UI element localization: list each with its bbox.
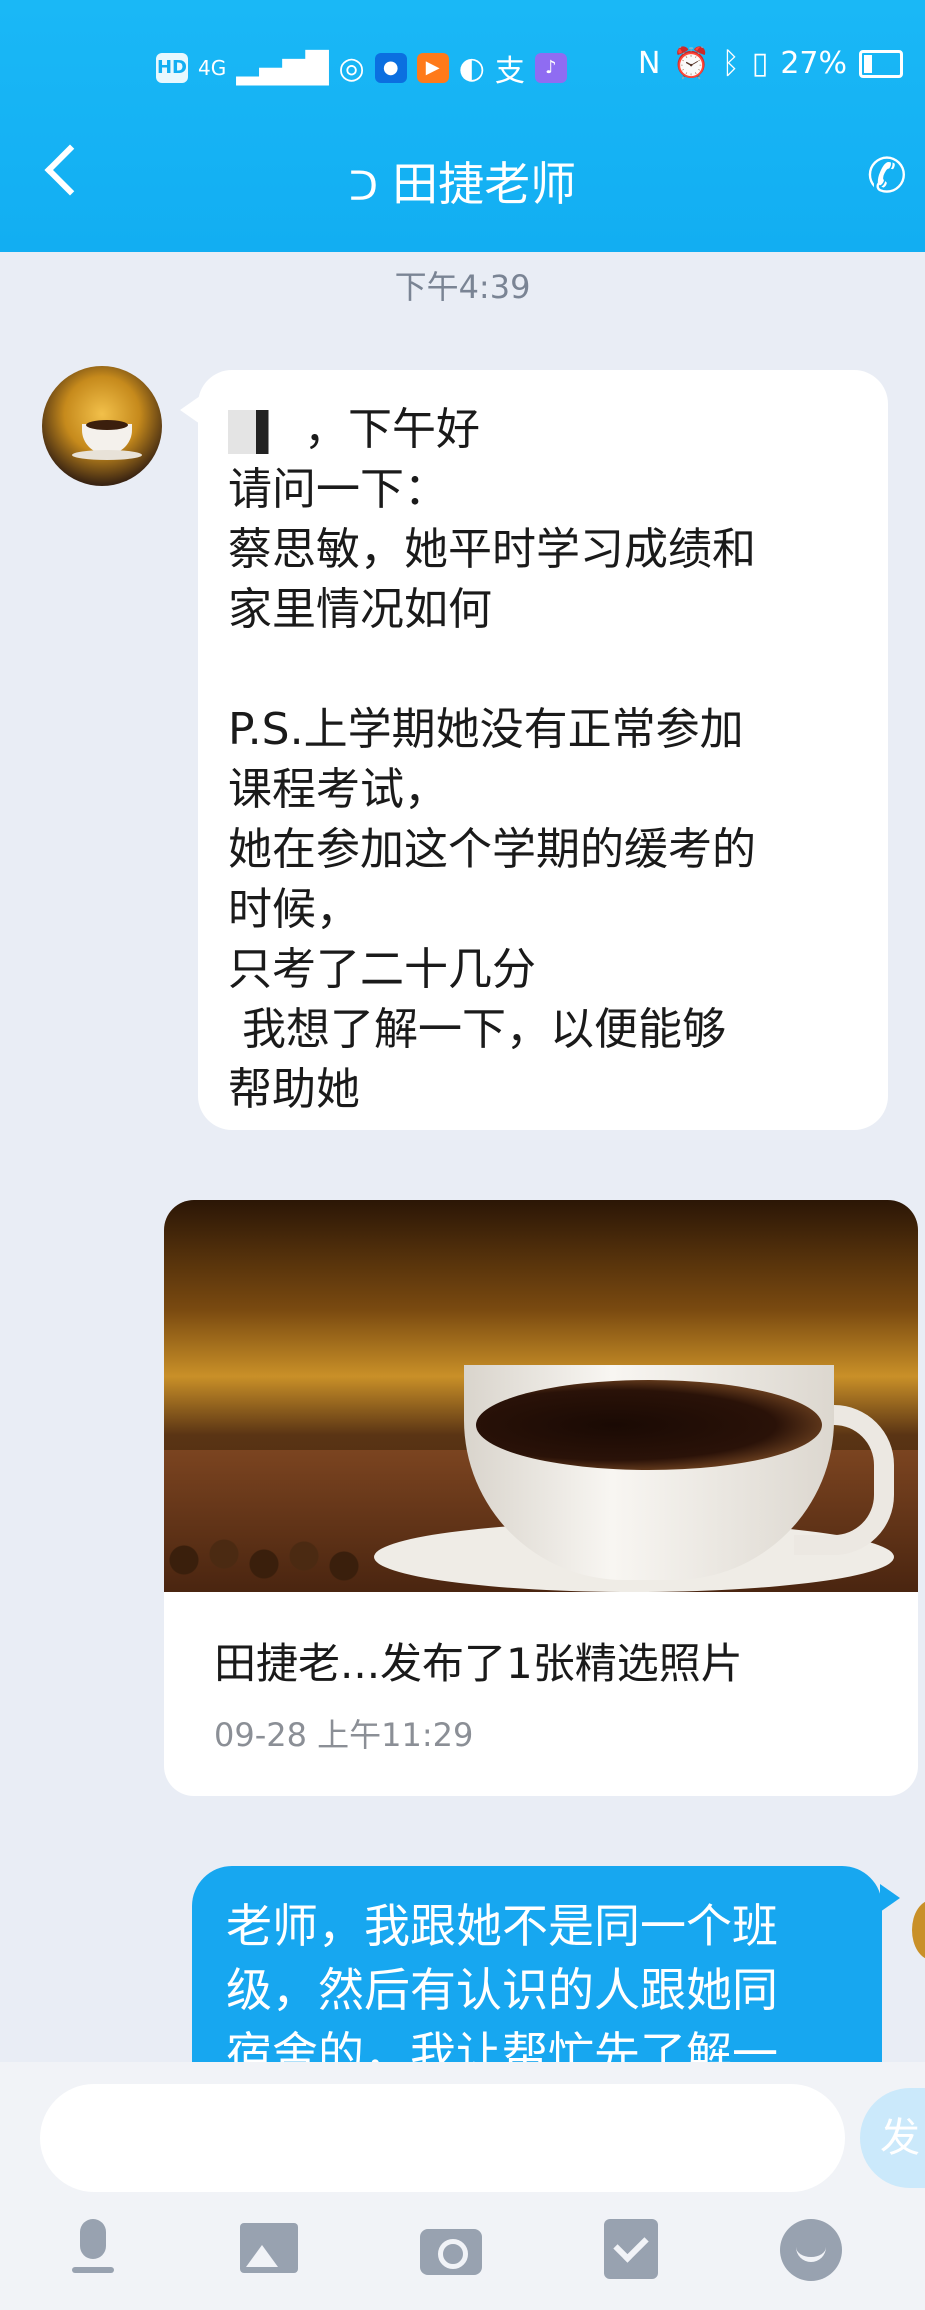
incoming-greeting: ，下午好 [304, 404, 480, 455]
incoming-message-text: 请问一下： 蔡思敏，她平时学习成绩和 家里情况如何 P.S.上学期她没有正常参加… [228, 464, 756, 1115]
header-bar: HD 4G ▂▄▆█ ◎ ● ▶ ◐ 支 ♪ N ⏰ ᛒ ▯ 27% ᑐ 田捷老师… [0, 0, 925, 252]
hd-badge: HD [156, 53, 188, 83]
music-app-icon: ♪ [534, 53, 567, 83]
conversation-title: 田捷老师 [392, 157, 577, 211]
card-photo-beans [164, 1530, 384, 1592]
card-photo-coffee [476, 1380, 822, 1470]
hearing-ear-icon: ᑐ [348, 164, 379, 210]
composer-toolbar [0, 2215, 925, 2285]
card-date: 09-28 上午11:29 [214, 1716, 474, 1754]
status-bar: HD 4G ▂▄▆█ ◎ ● ▶ ◐ 支 ♪ N ⏰ ᛒ ▯ 27% [0, 40, 925, 90]
alipay-icon: 支 [494, 54, 525, 89]
call-button[interactable]: ✆ [867, 148, 907, 204]
alarm-icon: ⏰ [672, 46, 710, 81]
card-title: 田捷老...发布了1张精选照片 [214, 1639, 743, 1688]
camera-icon[interactable] [416, 2215, 486, 2285]
shared-photo-card[interactable]: 田捷老...发布了1张精选照片 09-28 上午11:29 [164, 1200, 918, 1796]
outgoing-message-bubble[interactable]: 老师，我跟她不是同一个班 级，然后有认识的人跟她同 宿舍的，我让帮忙先了解一 [192, 1866, 882, 2062]
video-app-icon: ▶ [416, 53, 449, 83]
redacted-name [228, 410, 298, 454]
red-envelope-icon[interactable] [596, 2215, 666, 2285]
self-avatar[interactable] [912, 1900, 925, 1960]
signal-strength: 4G [198, 56, 227, 80]
image-icon[interactable] [236, 2215, 306, 2285]
emoji-icon[interactable] [776, 2215, 846, 2285]
microphone-icon[interactable] [58, 2215, 128, 2285]
bookmark-app-icon: ◐ [458, 50, 485, 86]
wifi-icon: ◎ [338, 50, 365, 86]
signal-bars-icon: ▂▄▆█ [236, 50, 329, 86]
message-input[interactable] [40, 2084, 845, 2192]
incoming-message-bubble[interactable]: ，下午好 请问一下： 蔡思敏，她平时学习成绩和 家里情况如何 P.S.上学期她没… [180, 370, 888, 1130]
outgoing-bubble-tail [880, 1884, 900, 1912]
status-left: HD 4G ▂▄▆█ ◎ ● ▶ ◐ 支 ♪ [156, 46, 567, 90]
coffee-cup-avatar-image [72, 420, 142, 460]
phone-icon: ✆ [866, 148, 907, 204]
app-notification-icon: ● [374, 53, 407, 83]
card-photo-image [164, 1200, 918, 1592]
conversation-title-area[interactable]: ᑐ 田捷老师 [0, 148, 925, 214]
outgoing-message-text: 老师，我跟她不是同一个班 级，然后有认识的人跟她同 宿舍的，我让帮忙先了解一 [226, 1899, 778, 2062]
battery-icon [859, 49, 903, 78]
battery-percentage: 27% [780, 46, 847, 81]
bluetooth-icon: ᛒ [721, 46, 740, 81]
message-timestamp: 下午4:39 [394, 268, 531, 306]
vibrate-icon: ▯ [751, 46, 769, 81]
status-right: N ⏰ ᛒ ▯ 27% [638, 46, 903, 81]
nfc-icon: N [637, 46, 661, 81]
contact-avatar[interactable] [42, 366, 162, 486]
